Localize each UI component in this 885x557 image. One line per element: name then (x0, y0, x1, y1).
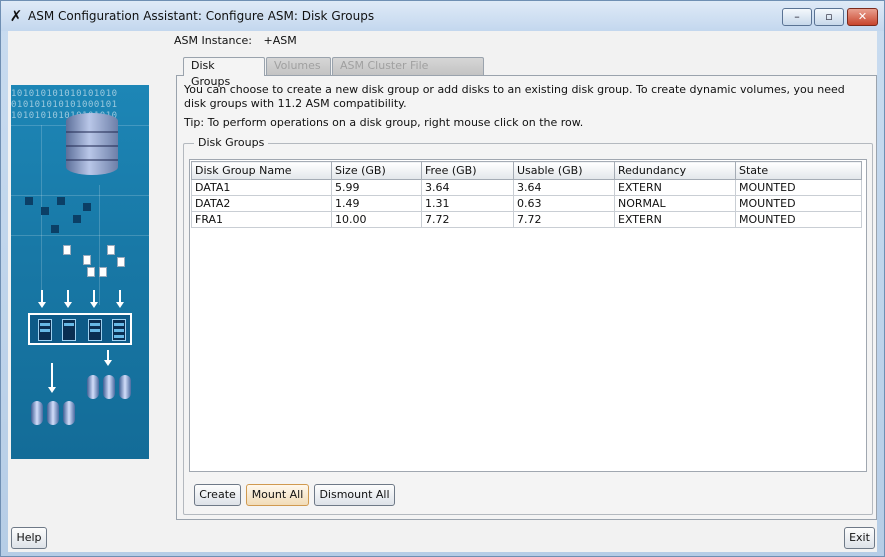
disk-groups-tab-panel: You can choose to create a new disk grou… (176, 75, 877, 520)
column-header-state[interactable]: State (735, 161, 862, 180)
create-button[interactable]: Create (194, 484, 241, 506)
column-header-size[interactable]: Size (GB) (331, 161, 422, 180)
column-header-redundancy[interactable]: Redundancy (614, 161, 736, 180)
table-row[interactable]: FRA1 10.00 7.72 7.72 EXTERN MOUNTED (191, 211, 862, 228)
cell-disk-group-name: DATA1 (191, 179, 332, 196)
groupbox-title: Disk Groups (194, 136, 269, 149)
cell-redundancy: EXTERN (614, 211, 736, 228)
help-button[interactable]: Help (11, 527, 47, 549)
close-button[interactable]: ✕ (847, 8, 878, 26)
column-header-usable[interactable]: Usable (GB) (513, 161, 615, 180)
dismount-all-button[interactable]: Dismount All (314, 484, 395, 506)
binary-text: 010101010101000101 (11, 100, 118, 110)
cell-redundancy: EXTERN (614, 179, 736, 196)
disk-groups-table-scroll[interactable]: Disk Group Name Size (GB) Free (GB) Usab… (189, 159, 867, 472)
disk-groups-table: Disk Group Name Size (GB) Free (GB) Usab… (191, 161, 862, 228)
tab-asm-cluster-file-systems[interactable]: ASM Cluster File Systems (332, 57, 484, 88)
asm-instance-value: +ASM (263, 34, 297, 47)
cell-state: MOUNTED (735, 211, 862, 228)
asm-instance-label: ASM Instance: (174, 34, 252, 47)
database-icon (66, 113, 118, 175)
column-header-disk-group-name[interactable]: Disk Group Name (191, 161, 332, 180)
cell-usable: 3.64 (513, 179, 615, 196)
main-window: ✗ ASM Configuration Assistant: Configure… (0, 0, 885, 557)
tip-text: Tip: To perform operations on a disk gro… (184, 116, 584, 129)
client-area: 101010101010101010 010101010101000101 10… (8, 31, 877, 552)
table-row[interactable]: DATA1 5.99 3.64 3.64 EXTERN MOUNTED (191, 179, 862, 196)
cell-size: 1.49 (331, 195, 422, 212)
storage-array-icon (28, 313, 132, 345)
cell-disk-group-name: DATA2 (191, 195, 332, 212)
java-app-icon: ✗ (9, 7, 23, 25)
cell-redundancy: NORMAL (614, 195, 736, 212)
disk-icon (119, 375, 131, 399)
disk-groups-groupbox: Disk Groups Disk Group Name Size (GB) Fr… (183, 136, 873, 515)
title-bar[interactable]: ✗ ASM Configuration Assistant: Configure… (1, 1, 884, 31)
cell-state: MOUNTED (735, 179, 862, 196)
cell-free: 3.64 (421, 179, 514, 196)
minimize-button[interactable]: – (782, 8, 812, 26)
window-title: ASM Configuration Assistant: Configure A… (28, 9, 375, 23)
cell-size: 5.99 (331, 179, 422, 196)
cell-free: 7.72 (421, 211, 514, 228)
cell-usable: 0.63 (513, 195, 615, 212)
cell-usable: 7.72 (513, 211, 615, 228)
tab-disk-groups[interactable]: Disk Groups (183, 57, 265, 88)
disk-icon (103, 375, 115, 399)
disk-icon (87, 375, 99, 399)
description-text: You can choose to create a new disk grou… (184, 83, 845, 110)
binary-text: 101010101010101010 (11, 89, 118, 99)
mount-all-button[interactable]: Mount All (246, 484, 309, 506)
cell-state: MOUNTED (735, 195, 862, 212)
cell-size: 10.00 (331, 211, 422, 228)
table-header-row: Disk Group Name Size (GB) Free (GB) Usab… (191, 161, 862, 180)
tab-volumes[interactable]: Volumes (266, 57, 331, 75)
column-header-free[interactable]: Free (GB) (421, 161, 514, 180)
cell-free: 1.31 (421, 195, 514, 212)
asm-instance-info: ASM Instance: +ASM (174, 34, 297, 47)
disk-icon (63, 401, 75, 425)
maximize-button[interactable]: ▫ (814, 8, 844, 26)
table-row[interactable]: DATA2 1.49 1.31 0.63 NORMAL MOUNTED (191, 195, 862, 212)
exit-button[interactable]: Exit (844, 527, 875, 549)
disk-icon (47, 401, 59, 425)
disk-icon (31, 401, 43, 425)
asm-illustration: 101010101010101010 010101010101000101 10… (11, 85, 149, 459)
cell-disk-group-name: FRA1 (191, 211, 332, 228)
